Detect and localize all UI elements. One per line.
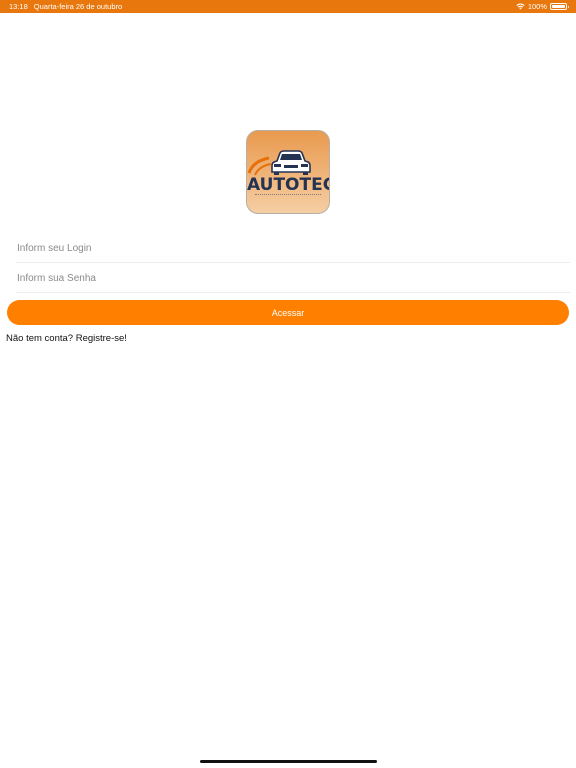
register-link[interactable]: Não tem conta? Registre-se! [6, 333, 127, 344]
battery-icon [550, 3, 569, 10]
battery-percentage: 100% [527, 2, 547, 11]
status-indicators: 100% [516, 2, 569, 11]
login-button[interactable]: Acessar [7, 300, 569, 325]
wifi-icon [516, 3, 525, 10]
password-input[interactable] [16, 265, 570, 293]
status-date: Quarta-feira 26 de outubro [33, 2, 123, 11]
battery-fill [552, 5, 565, 8]
home-indicator [200, 760, 377, 763]
car-icon [247, 150, 311, 176]
app-logo: AUTOTEC [246, 130, 330, 214]
status-bar: 13:18 Quarta-feira 26 de outubro 100% [0, 0, 576, 13]
logo-text: AUTOTEC [247, 175, 330, 195]
status-time: 13:18 [9, 2, 28, 11]
login-input[interactable] [16, 235, 570, 263]
logo-tagline-decoration [255, 194, 321, 197]
